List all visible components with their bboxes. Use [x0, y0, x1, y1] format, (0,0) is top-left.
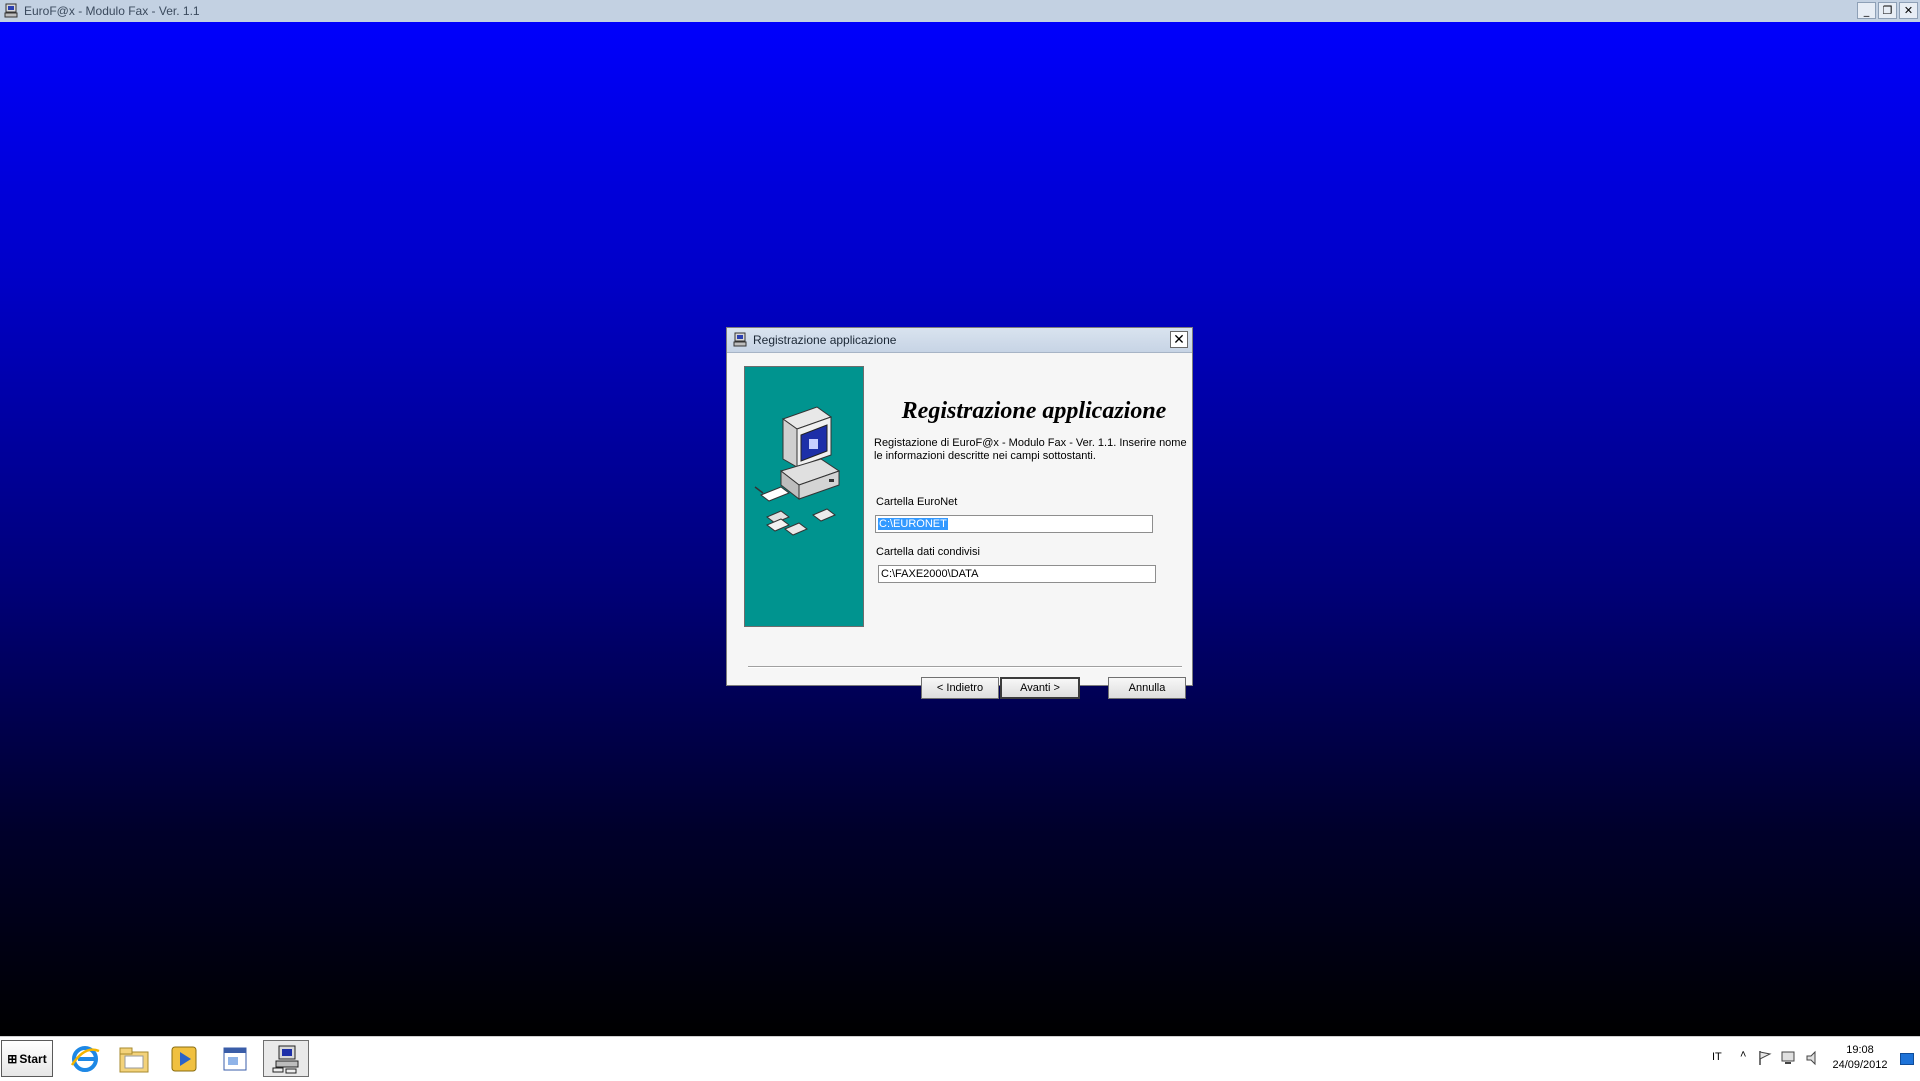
taskbar: ⊞ Start IT ˄ 19:08 24/09/2012	[0, 1036, 1920, 1081]
wizard-side-panel	[744, 366, 864, 627]
speaker-icon[interactable]	[1804, 1049, 1822, 1067]
file-explorer-icon	[119, 1047, 149, 1072]
show-hidden-icons-button[interactable]: ˄	[1740, 1049, 1746, 1061]
dialog-title: Registrazione applicazione	[753, 333, 897, 347]
dialog-heading: Registrazione applicazione	[901, 398, 1167, 424]
taskbar-document-window[interactable]	[212, 1040, 258, 1077]
computer-illustration-icon	[754, 406, 841, 536]
clock-time: 19:08	[1846, 1044, 1874, 1056]
windows-logo-icon: ⊞	[7, 1051, 18, 1066]
close-button[interactable]: ✕	[1899, 2, 1918, 19]
start-button[interactable]: ⊞ Start	[1, 1040, 53, 1077]
cancel-button[interactable]: Annulla	[1108, 677, 1186, 699]
restore-button[interactable]: ❐	[1878, 2, 1897, 19]
window-controls: _ ❐ ✕	[1857, 2, 1918, 19]
clock-date: 24/09/2012	[1832, 1059, 1888, 1071]
taskbar-media-player[interactable]	[161, 1040, 207, 1077]
dialog-intro-text: Registazione di EuroF@x - Modulo Fax - V…	[874, 437, 1187, 462]
document-window-icon	[223, 1047, 247, 1070]
media-player-icon	[171, 1046, 197, 1071]
shared-data-folder-value: C:\FAXE2000\DATA	[881, 568, 979, 580]
dialog-close-button[interactable]: ✕	[1170, 331, 1188, 348]
euronet-folder-label: Cartella EuroNet	[876, 496, 958, 508]
euronet-folder-value: C:\EURONET	[878, 518, 948, 530]
dialog-app-icon	[733, 332, 747, 347]
taskbar-file-explorer[interactable]	[111, 1040, 157, 1077]
shared-data-folder-input[interactable]: C:\FAXE2000\DATA	[878, 565, 1156, 583]
dialog-titlebar: Registrazione applicazione ✕	[727, 328, 1192, 353]
system-clock[interactable]: 19:08 24/09/2012	[1825, 1043, 1895, 1073]
network-icon[interactable]	[1780, 1049, 1798, 1067]
back-button[interactable]: < Indietro	[921, 677, 999, 699]
show-desktop-button[interactable]	[1900, 1053, 1914, 1065]
eurofax-app-icon	[272, 1045, 299, 1073]
registration-dialog: Registrazione applicazione ✕ Registrazio…	[726, 327, 1193, 699]
internet-explorer-icon	[70, 1045, 100, 1072]
euronet-folder-input[interactable]: C:\EURONET	[875, 515, 1153, 533]
app-icon	[4, 3, 18, 18]
button-separator	[748, 666, 1182, 668]
language-indicator[interactable]: IT	[1712, 1051, 1722, 1063]
taskbar-eurofax-app[interactable]	[263, 1040, 309, 1077]
next-button[interactable]: Avanti >	[1000, 677, 1080, 699]
start-label: Start	[19, 1051, 47, 1066]
action-center-flag-icon[interactable]	[1756, 1049, 1774, 1067]
dialog-body: Registrazione applicazione Registazione …	[727, 353, 1192, 699]
app-title: EuroF@x - Modulo Fax - Ver. 1.1	[24, 4, 200, 18]
minimize-button[interactable]: _	[1857, 2, 1876, 19]
shared-data-folder-label: Cartella dati condivisi	[876, 546, 980, 558]
app-titlebar: EuroF@x - Modulo Fax - Ver. 1.1 _ ❐ ✕	[0, 0, 1920, 23]
taskbar-internet-explorer[interactable]	[62, 1040, 108, 1077]
